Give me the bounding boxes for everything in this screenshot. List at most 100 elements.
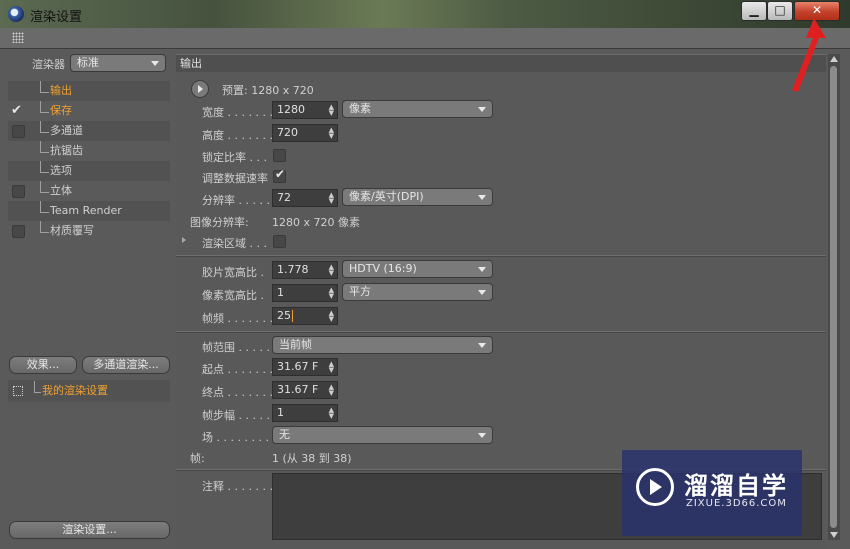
left-panel: 渲染器 标准 输出 ✔ 保存多通道抗锯齿选项立体 Team Render 材质覆写 效果… [0,49,175,549]
tree-branch-icon [40,221,49,233]
start-label: 起点 . . . . . . . [202,363,273,376]
settings-tree: 输出 ✔ 保存多通道抗锯齿选项立体 Team Render 材质覆写 [8,81,170,241]
close-icon: ✕ [811,3,823,17]
height-input[interactable]: 720 ▲ ▼ [272,124,338,142]
effects-button[interactable]: 效果... [9,356,77,374]
scrollbar[interactable] [828,54,840,540]
film-aspect-value: 1.778 [277,263,309,276]
divider [176,331,826,333]
tree-branch-icon [40,181,49,193]
tree-branch-icon [40,101,49,113]
watermark-subtitle: ZIXUE.3D66.COM [686,498,787,509]
tree-item-label: Team Render [50,204,122,217]
end-input[interactable]: 31.67 F ▲ ▼ [272,381,338,399]
tree-item-label: 选项 [50,164,72,177]
width-label: 宽度 . . . . . . . [202,106,273,119]
resolution-unit: 像素/英寸(DPI) [349,190,424,203]
fps-label: 帧频 . . . . . . . [202,312,273,325]
film-aspect-dropdown[interactable]: HDTV (16:9) [342,260,493,278]
pixel-aspect-preset: 平方 [349,285,371,298]
minimize-icon: ▁ [749,3,759,17]
tree-branch-icon [40,161,49,173]
fps-value: 25 [277,309,291,322]
spinner-icon[interactable]: ▲ ▼ [329,407,334,420]
multipass-render-button[interactable]: 多通道渲染... [82,356,170,374]
renderer-dropdown[interactable]: 标准 [70,54,166,72]
tree-item[interactable]: ✔ 保存 [8,101,170,121]
tree-item[interactable]: 多通道 [8,121,170,141]
frame-range-dropdown[interactable]: 当前帧 [272,336,493,354]
minimize-button[interactable]: ▁ [741,1,767,21]
tree-item-label: 材质覆写 [50,224,94,237]
frame-step-label: 帧步幅 . . . . . [202,409,270,422]
width-unit-dropdown[interactable]: 像素 [342,100,493,118]
scroll-thumb[interactable] [830,66,837,528]
spinner-icon[interactable]: ▲ ▼ [329,264,334,277]
spinner-icon[interactable]: ▲ ▼ [329,104,334,117]
tree-item[interactable]: 材质覆写 [8,221,170,241]
tree-checkbox[interactable] [12,225,25,238]
film-aspect-label: 胶片宽高比 . [202,266,264,279]
tree-item[interactable]: 输出 [8,81,170,101]
tree-branch-icon [40,141,49,153]
spinner-icon[interactable]: ▲ ▼ [329,310,334,323]
expand-arrow-icon[interactable] [182,237,186,243]
scroll-up-icon[interactable] [830,56,838,62]
tree-item[interactable]: 立体 [8,181,170,201]
field-label: 场 . . . . . . . . . [202,431,276,444]
preset-name: 我的渲染设置 [42,384,108,397]
spinner-icon[interactable]: ▲ ▼ [329,384,334,397]
spinner-icon[interactable]: ▲ ▼ [329,192,334,205]
watermark: 溜溜自学 ZIXUE.3D66.COM [622,450,802,536]
render-preset-item[interactable]: 我的渲染设置 [8,380,170,402]
annotation-arrow [792,18,826,92]
renderer-label: 渲染器 [32,58,65,71]
film-aspect-preset: HDTV (16:9) [349,262,417,275]
checkmark-icon[interactable]: ✔ [11,101,22,121]
tree-checkbox[interactable] [12,185,25,198]
spinner-icon[interactable]: ▲ ▼ [329,127,334,140]
grip-icon[interactable] [12,32,24,43]
spinner-icon[interactable]: ▲ ▼ [329,287,334,300]
width-input[interactable]: 1280 ▲ ▼ [272,101,338,119]
play-logo-icon [636,468,674,506]
tree-branch-icon [40,81,49,93]
tree-item-label: 立体 [50,184,72,197]
width-value: 1280 [277,103,305,116]
title-bar: 渲染设置 ▁ □ ✕ [0,0,850,28]
tree-checkbox[interactable] [12,125,25,138]
tree-item[interactable]: 选项 [8,161,170,181]
render-region-checkbox[interactable] [273,235,286,248]
frames-label: 帧: [190,452,205,465]
tree-branch-icon [40,201,49,213]
tree-item[interactable]: 抗锯齿 [8,141,170,161]
tree-item-label: 多通道 [50,124,83,137]
lock-ratio-label: 锁定比率 . . . [202,151,267,164]
spinner-icon[interactable]: ▲ ▼ [329,361,334,374]
chevron-down-icon [478,195,486,200]
lock-ratio-checkbox[interactable] [273,149,286,162]
image-resolution-value: 1280 x 720 像素 [272,216,360,229]
tree-item-label: 输出 [50,84,72,97]
chevron-down-icon [151,61,159,66]
pixel-aspect-dropdown[interactable]: 平方 [342,283,493,301]
start-input[interactable]: 31.67 F ▲ ▼ [272,358,338,376]
scroll-down-icon[interactable] [830,532,838,538]
field-dropdown[interactable]: 无 [272,426,493,444]
pixel-aspect-input[interactable]: 1 ▲ ▼ [272,284,338,302]
frame-step-input[interactable]: 1 ▲ ▼ [272,404,338,422]
film-aspect-input[interactable]: 1.778 ▲ ▼ [272,261,338,279]
resolution-unit-dropdown[interactable]: 像素/英寸(DPI) [342,188,493,206]
chevron-down-icon [478,343,486,348]
adjust-rate-checkbox[interactable]: ✔ [273,167,286,183]
tree-item[interactable]: Team Render [8,201,170,221]
height-value: 720 [277,126,298,139]
expand-icon[interactable] [13,386,23,396]
frame-range-value: 当前帧 [279,338,312,351]
fps-input[interactable]: 25 ▲ ▼ [272,307,338,325]
resolution-input[interactable]: 72 ▲ ▼ [272,189,338,207]
resolution-value: 72 [277,191,291,204]
render-settings-button[interactable]: 渲染设置... [9,521,170,539]
preset-play-icon[interactable] [191,80,209,98]
text-cursor [292,310,293,322]
